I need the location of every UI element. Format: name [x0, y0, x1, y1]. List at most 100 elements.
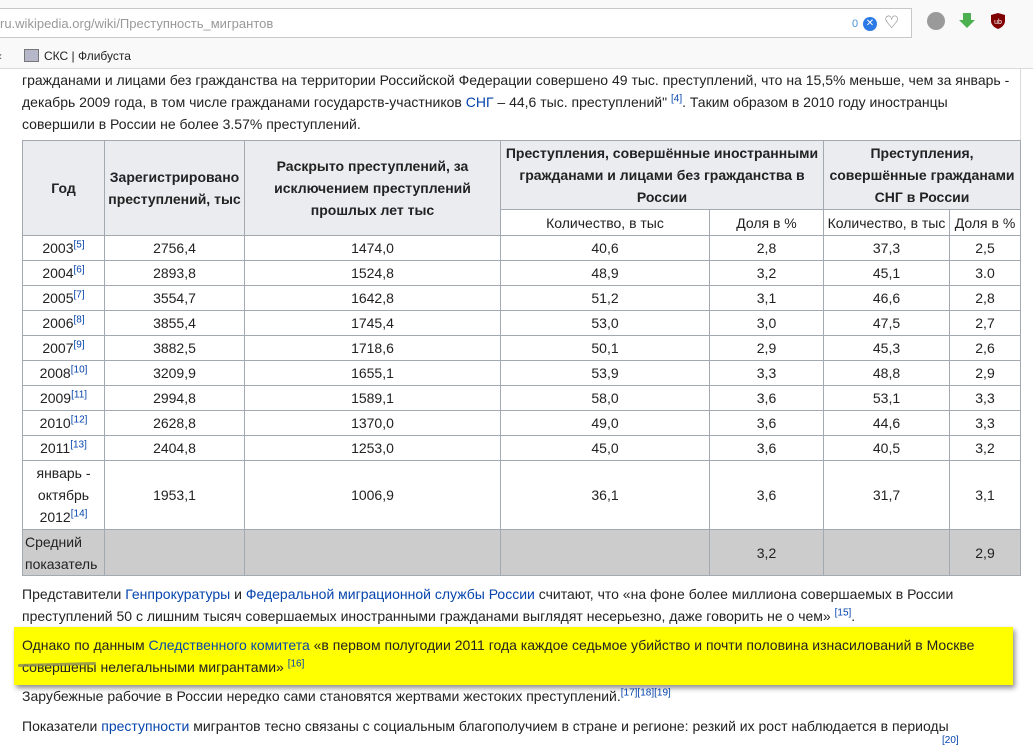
cell-year: 2011[13] — [22, 435, 105, 461]
cell-foreign-qty: 48,9 — [500, 260, 710, 286]
cell-year: 2010[12] — [22, 410, 105, 436]
cell-foreign-share: 3,0 — [709, 310, 824, 336]
crime-statistics-table: Год Зарегистрировано преступлений, тыс Р… — [22, 140, 1022, 576]
cell-foreign-share: 3,6 — [709, 435, 824, 461]
year-value: 2011 — [40, 440, 71, 456]
year-ref[interactable]: [13] — [70, 439, 87, 450]
table-row: 2007[9] 3882,5 1718,6 50,1 2,9 45,3 2,6 — [22, 335, 1022, 361]
address-bar[interactable]: ru.wikipedia.org/wiki/Преступность_мигра… — [0, 8, 912, 38]
cell-foreign-qty: 53,0 — [500, 310, 710, 336]
ref-15[interactable]: [15] — [835, 607, 852, 618]
para2-text-4: . — [851, 608, 856, 624]
cell-solved: 1524,8 — [244, 260, 501, 286]
cell-foreign-qty: 49,0 — [500, 410, 710, 436]
cell-year: 2003[5] — [22, 235, 105, 261]
cell-cis-qty: 48,8 — [823, 360, 950, 386]
table-row: 2010[12] 2628,8 1370,0 49,0 3,6 44,6 3,3 — [22, 410, 1022, 436]
header-foreign: Преступления, совершённые иностранными г… — [500, 140, 824, 210]
intro-paragraph: гражданами и лицами без гражданства на т… — [22, 69, 1020, 135]
badge-count: 0 — [852, 18, 859, 30]
table-row: 2011[13] 2404,8 1253,0 45,0 3,6 40,5 3,2 — [22, 435, 1022, 461]
cell-year: 2009[11] — [22, 385, 105, 411]
refs-17-19[interactable]: [17][18][19] — [621, 687, 671, 698]
year-value: 2008 — [39, 365, 71, 381]
header-cis: Преступления, совершённые гражданами СНГ… — [822, 140, 1022, 210]
globe-icon[interactable] — [927, 12, 945, 30]
cell-foreign-share: 3,2 — [709, 529, 824, 576]
bookmark-item[interactable]: СКС | Флибуста — [24, 49, 131, 63]
clear-icon[interactable]: ✕ — [863, 17, 877, 31]
header-foreign-qty: Количество, в тыс — [500, 209, 710, 236]
link-investigative-committee[interactable]: Следственного комитета — [148, 637, 309, 653]
cell-foreign-qty: 36,1 — [500, 460, 710, 530]
bookmark-favicon-icon — [24, 49, 39, 62]
cell-solved: 1474,0 — [244, 235, 501, 261]
hl-text-1: Однако по данным — [22, 637, 149, 653]
header-foreign-share: Доля в % — [709, 209, 824, 236]
cell-solved: 1655,1 — [244, 360, 501, 386]
cell-registered: 3882,5 — [104, 335, 245, 361]
ref-4[interactable]: [4] — [671, 93, 682, 104]
highlight-box: Однако по данным Следственного комитета … — [14, 627, 1013, 685]
year-ref[interactable]: [7] — [74, 289, 85, 300]
year-ref[interactable]: [5] — [74, 239, 85, 250]
table-row: 2003[5] 2756,4 1474,0 40,6 2,8 37,3 2,5 — [22, 235, 1022, 261]
cell-registered: 2628,8 — [104, 410, 245, 436]
cell-registered: 2756,4 — [104, 235, 245, 261]
table-body: 2003[5] 2756,4 1474,0 40,6 2,8 37,3 2,5 … — [22, 235, 1022, 576]
cell-foreign-share: 2,9 — [709, 335, 824, 361]
year-ref[interactable]: [12] — [71, 414, 88, 425]
cell-registered: 2893,8 — [104, 260, 245, 286]
cell-foreign-qty: 58,0 — [500, 385, 710, 411]
year-ref[interactable]: [9] — [74, 339, 85, 350]
cell-cis-qty: 37,3 — [823, 235, 950, 261]
link-cis[interactable]: СНГ — [466, 94, 494, 110]
para3-text: Зарубежные рабочие в России нередко сами… — [22, 688, 621, 704]
cell-solved: 1745,4 — [244, 310, 501, 336]
svg-text:ub: ub — [994, 19, 1002, 26]
cell-registered: 3855,4 — [104, 310, 245, 336]
browser-toolbar: ru.wikipedia.org/wiki/Преступность_мигра… — [0, 0, 1033, 45]
link-migration-service[interactable]: Федеральной миграционной службы России — [246, 586, 535, 602]
header-registered: Зарегистрировано преступлений, тыс — [104, 140, 245, 236]
link-crime[interactable]: преступности — [101, 718, 189, 734]
ref-20-cut[interactable]: [20] — [942, 735, 959, 746]
url-domain: ru.wikipedia.org — [0, 16, 92, 31]
cell-foreign-qty: 50,1 — [500, 335, 710, 361]
year-ref[interactable]: [6] — [74, 264, 85, 275]
cell-year: 2005[7] — [22, 285, 105, 311]
cell-cis-qty: 40,5 — [823, 435, 950, 461]
table-row: 2006[8] 3855,4 1745,4 53,0 3,0 47,5 2,7 — [22, 310, 1022, 336]
period-ref[interactable]: [14] — [71, 508, 88, 519]
download-icon[interactable] — [958, 12, 976, 30]
cell-solved: 1589,1 — [244, 385, 501, 411]
cell-solved: 1006,9 — [244, 460, 501, 530]
period-line-2: октябрь — [37, 487, 90, 503]
year-value: 2004 — [42, 265, 74, 281]
year-value: 2009 — [39, 390, 72, 406]
bookmarks-bar: ‹ СКС | Флибуста — [0, 45, 1033, 69]
ublock-icon[interactable]: ub — [989, 12, 1007, 30]
cell-cis-share: 3,1 — [948, 460, 1022, 530]
period-line-1: январь - — [36, 465, 91, 481]
para4-text-2: мигрантов тесно связаны с социальным бла… — [189, 718, 949, 734]
year-ref[interactable]: [11] — [71, 389, 87, 400]
chevron-left-icon[interactable]: ‹ — [0, 49, 2, 63]
link-prosecutor[interactable]: Генпрокуратуры — [125, 586, 230, 602]
ref-16[interactable]: [16] — [288, 658, 305, 669]
cell-cis-share: 2,9 — [948, 529, 1022, 576]
year-value: 2003 — [42, 240, 74, 256]
cell-cis-share: 2,8 — [948, 285, 1022, 311]
year-value: 2006 — [42, 315, 74, 331]
year-ref[interactable]: [8] — [74, 314, 85, 325]
heart-icon[interactable]: ♡ — [884, 13, 899, 33]
table-row: 2004[6] 2893,8 1524,8 48,9 3,2 45,1 3.0 — [22, 260, 1022, 286]
cell-registered: 3209,9 — [104, 360, 245, 386]
cell-cis-share: 2,5 — [948, 235, 1022, 261]
cell-foreign-qty: 40,6 — [500, 235, 710, 261]
cell-registered: 2404,8 — [104, 435, 245, 461]
url-text: ru.wikipedia.org/wiki/Преступность_мигра… — [0, 16, 273, 31]
year-ref[interactable]: [10] — [71, 364, 88, 375]
url-path: /wiki/Преступность_мигрантов — [91, 16, 274, 31]
header-cis-share: Доля в % — [948, 209, 1022, 236]
